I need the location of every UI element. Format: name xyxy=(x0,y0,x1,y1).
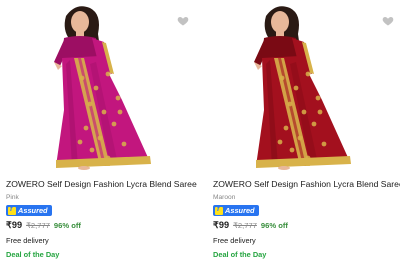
product-image[interactable] xyxy=(0,0,200,172)
original-price: ₹2,777 xyxy=(26,221,50,230)
product-color: Pink xyxy=(6,194,19,201)
delivery-info: Free delivery xyxy=(6,236,49,245)
discount-percent: 96% off xyxy=(53,221,81,230)
assured-label: Assured xyxy=(225,206,255,215)
product-title[interactable]: ZOWERO Self Design Fashion Lycra Blend S… xyxy=(6,179,197,189)
price-row: ₹99 ₹2,777 96% off xyxy=(213,220,288,231)
flipkart-f-icon: f xyxy=(8,206,16,215)
original-price: ₹2,777 xyxy=(233,221,257,230)
saree-model-image xyxy=(0,0,200,172)
delivery-info: Free delivery xyxy=(213,236,256,245)
selling-price: ₹99 xyxy=(213,220,230,230)
product-card[interactable]: ZOWERO Self Design Fashion Lycra Blend S… xyxy=(0,0,200,269)
deal-of-day-tag: Deal of the Day xyxy=(213,250,267,259)
product-title[interactable]: ZOWERO Self Design Fashion Lycra Blend S… xyxy=(213,179,400,189)
product-color: Maroon xyxy=(213,194,236,201)
assured-badge: f Assured xyxy=(6,205,52,216)
wishlist-heart-icon[interactable] xyxy=(177,14,189,26)
product-image[interactable] xyxy=(200,0,400,172)
assured-badge: f Assured xyxy=(213,205,259,216)
deal-of-day-tag: Deal of the Day xyxy=(6,250,60,259)
price-row: ₹99 ₹2,777 96% off xyxy=(6,220,81,231)
assured-label: Assured xyxy=(18,206,48,215)
flipkart-f-icon: f xyxy=(215,206,223,215)
discount-percent: 96% off xyxy=(260,221,288,230)
selling-price: ₹99 xyxy=(6,220,23,230)
saree-model-image xyxy=(200,0,400,172)
product-card[interactable]: ZOWERO Self Design Fashion Lycra Blend S… xyxy=(200,0,400,269)
wishlist-heart-icon[interactable] xyxy=(382,14,394,26)
